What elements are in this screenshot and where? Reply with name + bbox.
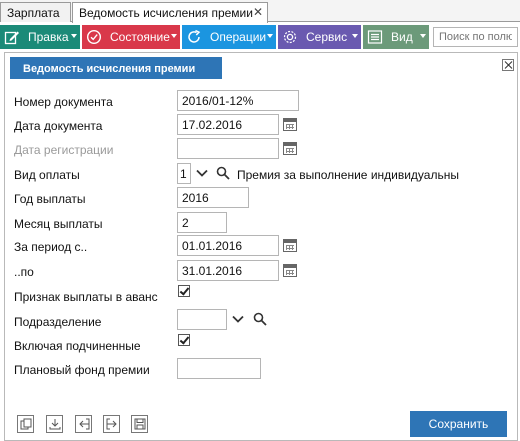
list-icon [363,25,387,49]
chevron-down-icon [171,34,177,38]
tab-label: Зарплата [7,6,60,20]
doc-date-field[interactable]: 17.02.2016 [177,114,279,135]
chevron-down-icon[interactable] [231,312,245,326]
state-icon [82,25,106,49]
toolbar: Правка Состояние Операции Сервис Вид [0,23,520,51]
chevron-down-icon [71,34,77,38]
calendar-icon[interactable] [283,118,297,131]
department-field[interactable] [177,309,227,330]
doc-date-label: Дата документа [14,119,103,133]
search-icon[interactable] [216,166,230,180]
service-menu-button[interactable]: Сервис [278,25,361,49]
reg-date-label: Дата регистрации [14,143,114,157]
tab-close-icon[interactable]: ✕ [253,5,263,19]
edit-menu-button[interactable]: Правка [0,25,80,49]
edit-icon [0,25,24,49]
bonus-statement-dialog: Ведомость исчисления премии Номер докуме… [4,52,518,441]
chevron-down-icon [420,34,426,38]
state-menu-button[interactable]: Состояние [82,25,180,49]
period-to-field[interactable]: 31.01.2016 [177,260,279,281]
tab-bonus-statement[interactable]: Ведомость исчисления премии ✕ [72,2,268,23]
chevron-down-icon [352,34,358,38]
import-icon[interactable] [46,415,63,433]
save-button[interactable]: Сохранить [410,411,507,437]
include-sub-checkbox[interactable] [178,334,190,346]
advance-flag-label: Признак выплаты в аванс [14,290,158,304]
arrow-left-icon[interactable] [75,415,92,433]
view-menu-label: Вид [391,30,413,44]
chevron-down-icon [267,34,273,38]
pay-month-label: Месяц выплаты [14,217,103,231]
service-menu-label: Сервис [306,30,348,44]
pay-type-label: Вид оплаты [14,168,80,182]
period-from-field[interactable]: 01.01.2016 [177,235,279,256]
view-menu-button[interactable]: Вид [363,25,429,49]
tab-strip: Зарплата Ведомость исчисления премии ✕ [0,0,520,23]
pay-year-label: Год выплаты [14,192,86,206]
operations-menu-label: Операции [210,30,267,44]
refresh-icon [182,25,206,49]
tab-salary[interactable]: Зарплата [0,2,71,22]
calendar-icon[interactable] [283,142,297,155]
dialog-title: Ведомость исчисления премии [10,57,222,79]
gear-icon [278,25,302,49]
tab-label: Ведомость исчисления премии [79,6,253,20]
pay-year-field[interactable]: 2016 [177,187,249,208]
calendar-icon[interactable] [283,264,297,277]
reg-date-field[interactable] [177,138,279,159]
close-icon[interactable] [502,59,514,71]
pay-type-code-field[interactable]: 1 [177,163,191,184]
advance-flag-checkbox[interactable] [178,285,190,297]
period-from-label: За период с.. [14,240,88,254]
operations-menu-button[interactable]: Операции [182,25,276,49]
pay-type-name: Премия за выполнение индивидуальны [237,168,459,182]
include-sub-label: Включая подчиненные [14,339,141,353]
department-label: Подразделение [14,315,102,329]
plan-fund-label: Плановый фонд премии [14,363,150,377]
search-icon[interactable] [253,312,267,326]
doc-number-field[interactable]: 2016/01-12% [177,90,299,111]
copy-icon[interactable] [17,415,34,433]
arrow-right-icon[interactable] [103,415,120,433]
pay-month-field[interactable]: 2 [177,212,227,233]
field-search-input[interactable] [433,27,518,47]
period-to-label: ..по [14,265,34,279]
edit-menu-label: Правка [28,30,69,44]
state-menu-label: Состояние [110,30,170,44]
calendar-icon[interactable] [283,239,297,252]
chevron-down-icon[interactable] [195,166,209,180]
doc-number-label: Номер документа [14,95,113,109]
plan-fund-field[interactable] [177,358,261,379]
save-disk-icon[interactable] [131,415,148,433]
